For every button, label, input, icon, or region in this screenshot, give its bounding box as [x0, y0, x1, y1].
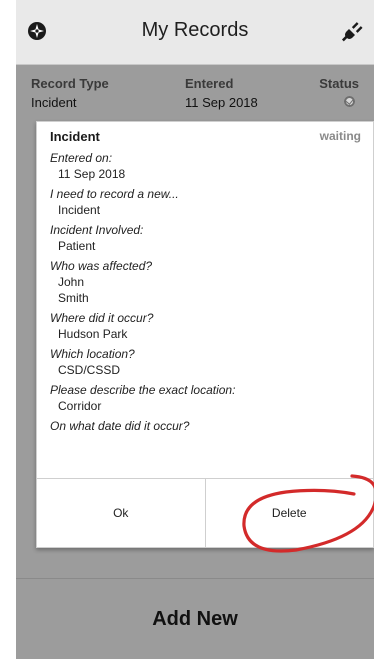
field-question: Please describe the exact location:	[50, 383, 236, 397]
field-answer: John	[58, 275, 85, 289]
add-new-button[interactable]: Add New	[16, 578, 374, 659]
field-exact-location: Please describe the exact location: Corr…	[50, 382, 360, 414]
record-type-value[interactable]: Incident	[31, 95, 77, 110]
status-badge: waiting	[319, 129, 361, 143]
field-entered-on: Entered on: 11 Sep 2018	[50, 150, 360, 182]
field-question: Who was affected?	[50, 259, 153, 273]
field-question: On what date did it occur?	[50, 419, 190, 433]
field-answer: Corridor	[58, 399, 102, 413]
check-circle-icon	[344, 96, 355, 107]
field-who-affected: Who was affected? John Smith	[50, 258, 360, 306]
field-answer: Patient	[58, 239, 96, 253]
field-question: Entered on:	[50, 151, 113, 165]
field-answer: 11 Sep 2018	[58, 167, 126, 181]
field-record-type: I need to record a new... Incident	[50, 186, 360, 218]
field-answer: Smith	[58, 291, 89, 305]
field-question: Which location?	[50, 347, 135, 361]
records-table: Record Type Entered Status Incident 11 S…	[16, 70, 374, 120]
field-where-occurred: Where did it occur? Hudson Park	[50, 310, 360, 342]
plug-icon[interactable]	[340, 20, 364, 44]
field-date-occurred: On what date did it occur?	[50, 418, 360, 434]
ok-button[interactable]: Ok	[37, 479, 205, 547]
delete-button[interactable]: Delete	[204, 479, 374, 547]
dialog-title: Incident	[50, 129, 100, 144]
page-title: My Records	[141, 19, 249, 41]
column-header-entered: Entered	[185, 76, 234, 91]
field-answer: CSD/CSSD	[58, 363, 121, 377]
field-answer: Hudson Park	[58, 327, 128, 341]
field-which-location: Which location? CSD/CSSD	[50, 346, 360, 378]
field-question: Where did it occur?	[50, 311, 154, 325]
column-header-record-type: Record Type	[31, 76, 109, 91]
record-entered-value[interactable]: 11 Sep 2018	[185, 95, 258, 110]
field-list: Entered on: 11 Sep 2018 I need to record…	[50, 150, 360, 438]
app-screen: My Records Record Type Entered Status In…	[16, 0, 374, 659]
column-header-status: Status	[319, 76, 359, 91]
dialog-actions: Ok Delete	[37, 478, 373, 547]
field-answer: Incident	[58, 203, 101, 217]
record-detail-dialog: Incident waiting Entered on: 11 Sep 2018…	[36, 121, 374, 548]
field-incident-involved: Incident Involved: Patient	[50, 222, 360, 254]
field-question: I need to record a new...	[50, 187, 179, 201]
app-header: My Records	[16, 0, 374, 65]
field-question: Incident Involved:	[50, 223, 144, 237]
